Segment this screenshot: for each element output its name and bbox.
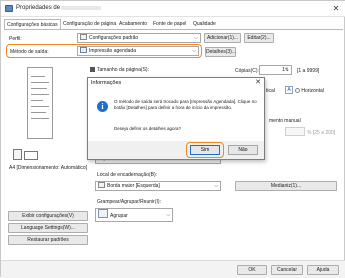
copies-input[interactable]: 1 ⇅ bbox=[259, 65, 292, 75]
orientation-horizontal-label: Horizontal bbox=[301, 88, 324, 94]
page-preview bbox=[27, 67, 53, 139]
page-stack-icon bbox=[13, 149, 22, 160]
no-button[interactable]: Não bbox=[228, 145, 258, 155]
help-button[interactable]: Ajuda bbox=[307, 265, 339, 275]
tab-quality[interactable]: Qualidade bbox=[191, 19, 218, 29]
page-size-label: Tamanho da página(S): bbox=[97, 67, 149, 73]
edit-profile-button[interactable]: Editar(2)... bbox=[244, 33, 274, 43]
preview-line bbox=[31, 82, 49, 83]
manual-scaling-label: mento manual bbox=[269, 118, 301, 124]
layout-caption: A4 [Dimensionamento: Automático] bbox=[9, 165, 88, 171]
preview-line bbox=[31, 76, 45, 77]
output-method-select[interactable]: Impressão agendada ⌵ bbox=[77, 46, 199, 56]
details-button[interactable]: Detalhes(3)... bbox=[205, 47, 236, 57]
chevron-down-icon: ⌵ bbox=[194, 35, 198, 41]
staple-value: Agrupar bbox=[110, 213, 128, 219]
orientation-horizontal-radio[interactable]: Horizontal bbox=[295, 88, 324, 94]
preview-line bbox=[31, 100, 43, 101]
chevron-down-icon: ⌵ bbox=[192, 48, 196, 54]
view-settings-button[interactable]: Exibir configurações(V) bbox=[8, 211, 88, 221]
tab-finishing[interactable]: Acabamento bbox=[117, 19, 149, 29]
spin-arrows-icon: ⇅ bbox=[284, 67, 289, 73]
ok-button[interactable]: OK bbox=[237, 265, 267, 275]
chevron-down-icon: ⌵ bbox=[214, 183, 218, 189]
dialog-body: i O método de saída será trocado para [I… bbox=[89, 89, 263, 141]
binding-select[interactable]: Borda maior [Esquerda] ⌵ bbox=[95, 181, 221, 191]
scale-input[interactable] bbox=[285, 127, 305, 136]
scheduled-print-icon bbox=[80, 47, 87, 53]
binding-label: Local de encadernação(B): bbox=[97, 172, 158, 178]
printer-properties-window: Propriedades de ✕ Configurações básicas … bbox=[0, 0, 345, 278]
information-dialog: Informações ✕ i O método de saída será t… bbox=[87, 77, 265, 160]
landscape-icon: A bbox=[285, 86, 293, 94]
tab-divider bbox=[4, 29, 343, 30]
cancel-button[interactable]: Cancelar bbox=[271, 265, 303, 275]
profile-value: Configurações padrão bbox=[89, 35, 139, 41]
restore-defaults-button[interactable]: Restaurar padrões bbox=[8, 235, 88, 245]
profile-label: Perfil: bbox=[9, 36, 22, 42]
yes-button[interactable]: Sim bbox=[190, 145, 220, 155]
dialog-question: Deseja definir os detalhes agora? bbox=[114, 126, 182, 131]
dialog-footer: OK Cancelar Ajuda bbox=[1, 260, 345, 278]
language-settings-button[interactable]: Language Settings(W)... bbox=[8, 223, 88, 233]
binding-value: Borda maior [Esquerda] bbox=[107, 183, 160, 189]
add-profile-button[interactable]: Adicionar(1)... bbox=[204, 33, 241, 43]
scale-range: % [25 a 200] bbox=[307, 130, 336, 136]
dialog-message: O método de saída será trocado para [Imp… bbox=[114, 99, 257, 110]
title-redacted-area bbox=[61, 6, 101, 10]
staple-select[interactable]: Agrupar ⌵ bbox=[95, 208, 173, 222]
copies-label: Cópias(C): bbox=[235, 68, 259, 74]
binding-icon bbox=[98, 182, 105, 188]
staple-label: Grampear/Agrupar/Reunir(I): bbox=[97, 199, 161, 205]
dialog-title: Informações bbox=[91, 80, 122, 86]
tab-page-setup[interactable]: Configuração de página bbox=[61, 19, 118, 29]
preview-line bbox=[31, 118, 49, 119]
page-size-icon bbox=[90, 67, 95, 72]
title-bar: Propriedades de ✕ bbox=[1, 1, 345, 17]
preview-line bbox=[31, 88, 47, 89]
output-method-value: Impressão agendada bbox=[89, 48, 136, 54]
window-close-icon[interactable]: ✕ bbox=[330, 3, 342, 14]
orientation-vertical-label: tical bbox=[266, 88, 275, 94]
preview-line bbox=[31, 106, 49, 107]
output-method-label: Método de saída: bbox=[10, 49, 49, 55]
chevron-down-icon: ⌵ bbox=[166, 212, 170, 218]
tab-paper-source[interactable]: Fonte de papel bbox=[151, 19, 188, 29]
preview-line bbox=[31, 94, 49, 95]
preview-line bbox=[31, 112, 46, 113]
radio-horizontal[interactable] bbox=[295, 88, 300, 93]
info-icon: i bbox=[97, 101, 108, 112]
gutter-button[interactable]: Medianiz(1)... bbox=[235, 181, 337, 191]
printer-app-icon bbox=[5, 5, 13, 12]
dialog-button-bar: Sim Não bbox=[88, 141, 264, 159]
profile-icon bbox=[80, 34, 87, 40]
layout-toggle-icons[interactable] bbox=[13, 147, 41, 163]
collate-icon bbox=[98, 209, 108, 218]
layout-icon bbox=[24, 151, 38, 160]
window-title: Propriedades de bbox=[16, 5, 61, 11]
profile-select[interactable]: Configurações padrão ⌵ bbox=[77, 33, 201, 43]
dialog-close-icon[interactable]: ✕ bbox=[255, 78, 261, 86]
copies-range: [1 a 9999] bbox=[297, 68, 320, 74]
